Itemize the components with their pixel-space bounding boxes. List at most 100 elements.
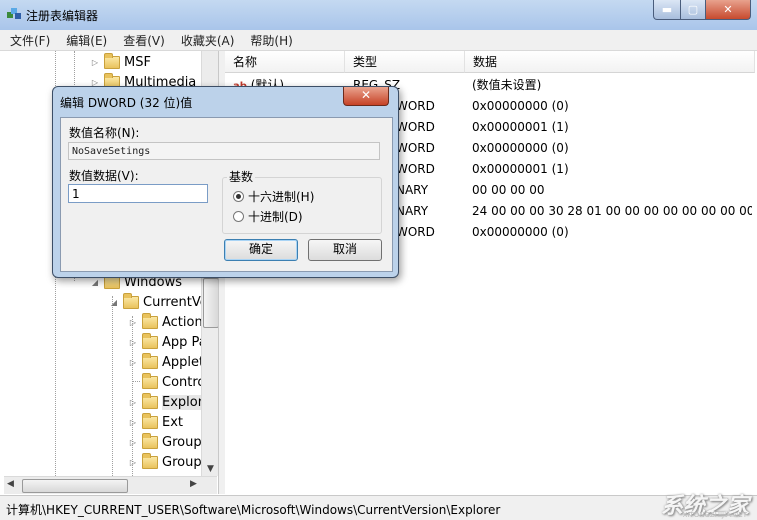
status-bar: 计算机\HKEY_CURRENT_USER\Software\Microsoft… (0, 494, 757, 520)
folder-open-icon (123, 292, 139, 309)
minimize-button[interactable]: ▬ (653, 0, 681, 20)
expand-icon[interactable]: ▷ (128, 458, 138, 467)
value-type: WORD (396, 120, 435, 134)
expand-icon[interactable]: ▷ (90, 58, 100, 67)
tree-item-label: Group (162, 434, 202, 450)
value-data: 0x00000000 (0) (472, 141, 569, 155)
scrollbar-thumb[interactable] (203, 278, 219, 328)
value-data-label: 数值数据(V): (69, 169, 139, 183)
tree-item-explorer[interactable]: ▷ Explor (128, 392, 204, 412)
base-label: 基数 (227, 168, 256, 185)
close-icon: ✕ (723, 3, 733, 16)
column-header-data[interactable]: 数据 (465, 51, 755, 73)
value-data: 24 00 00 00 30 28 01 00 00 00 00 00 00 0… (472, 204, 752, 218)
folder-icon (142, 452, 158, 469)
scrollbar-thumb[interactable] (22, 479, 128, 493)
registry-editor-icon (7, 8, 21, 19)
dec-radio-option[interactable]: 十进制(D) (233, 208, 303, 225)
tree-guide-line (112, 296, 113, 476)
value-type: NARY (396, 183, 429, 197)
cancel-button[interactable]: 取消 (308, 239, 382, 261)
status-path: 计算机\HKEY_CURRENT_USER\Software\Microsoft… (6, 503, 501, 517)
edit-dword-dialog: 编辑 DWORD (32 位)值 ✕ 数值名称(N): NoSaveSeting… (52, 86, 399, 278)
scroll-down-icon[interactable]: ▼ (202, 464, 219, 474)
value-data: 00 00 00 00 (472, 183, 545, 197)
value-data: (数值未设置) (472, 78, 542, 92)
tree-item-label: Explor (162, 394, 204, 410)
tree-item-label: Action (162, 314, 203, 330)
tree-item-control[interactable]: Contro (128, 372, 205, 392)
tree-item-group[interactable]: ▷ Group (128, 452, 202, 472)
tree-item-group[interactable]: ▷ Group (128, 432, 202, 452)
folder-icon (142, 392, 158, 409)
tree-item-applets[interactable]: ▷ Applet (128, 352, 204, 372)
menu-edit[interactable]: 编辑(E) (56, 30, 113, 50)
column-header-type[interactable]: 类型 (345, 51, 465, 73)
value-name-field: NoSaveSetings (68, 142, 380, 160)
dialog-body: 数值名称(N): NoSaveSetings 数值数据(V): 1 基数 十六进… (60, 117, 393, 272)
menu-file[interactable]: 文件(F) (0, 30, 56, 50)
tree-item-label: Ext (162, 414, 184, 430)
maximize-button[interactable]: ▢ (681, 0, 706, 20)
tree-item-label: Contro (162, 374, 206, 390)
folder-icon (142, 372, 158, 389)
value-data: 0x00000000 (0) (472, 225, 569, 239)
radio-selected-icon[interactable] (233, 191, 244, 202)
dec-label: 十进制(D) (248, 210, 303, 224)
value-data-input[interactable]: 1 (68, 184, 208, 203)
radio-unselected-icon[interactable] (233, 211, 244, 222)
expand-icon[interactable]: ▷ (128, 438, 138, 447)
value-data: 0x00000001 (1) (472, 162, 569, 176)
expand-icon[interactable]: ▷ (128, 418, 138, 427)
value-type: WORD (396, 141, 435, 155)
menu-help[interactable]: 帮助(H) (240, 30, 298, 50)
tree-horizontal-scrollbar[interactable]: ◀ ▶ (4, 476, 217, 494)
expand-icon[interactable]: ▷ (128, 338, 138, 347)
folder-icon (142, 432, 158, 449)
tree-item-action[interactable]: ▷ Action (128, 312, 203, 332)
menu-favorites[interactable]: 收藏夹(A) (171, 30, 241, 50)
tree-item-label: Group (162, 454, 202, 470)
value-type: WORD (396, 99, 435, 113)
title-bar: 注册表编辑器 ▬ ▢ ✕ (0, 0, 757, 30)
column-header-name[interactable]: 名称 (225, 51, 345, 73)
menu-view[interactable]: 查看(V) (113, 30, 171, 50)
expand-icon[interactable]: ▷ (128, 358, 138, 367)
watermark-url: XITONGZHIJIA.NET (682, 511, 747, 519)
tree-item-app-paths[interactable]: ▷ App Pa (128, 332, 207, 352)
folder-icon (142, 412, 158, 429)
close-button[interactable]: ✕ (706, 0, 751, 20)
collapse-icon[interactable]: ◢ (109, 298, 119, 307)
scroll-right-icon[interactable]: ▶ (190, 479, 197, 489)
minimize-icon: ▬ (661, 3, 673, 16)
maximize-icon: ▢ (687, 3, 699, 16)
expand-icon[interactable]: ▷ (128, 398, 138, 407)
value-type: NARY (396, 204, 429, 218)
collapse-icon[interactable]: ◢ (90, 278, 100, 287)
menu-bar: 文件(F) 编辑(E) 查看(V) 收藏夹(A) 帮助(H) (0, 30, 757, 51)
tree-item-ext[interactable]: ▷ Ext (128, 412, 183, 432)
hex-radio-option[interactable]: 十六进制(H) (233, 188, 314, 205)
base-groupbox (222, 177, 382, 234)
value-name-label: 数值名称(N): (69, 126, 140, 140)
window-title: 注册表编辑器 (26, 9, 99, 23)
tree-item-label: MSF (124, 54, 151, 70)
expand-icon[interactable]: ▷ (128, 318, 138, 327)
folder-icon (142, 352, 158, 369)
window-controls: ▬ ▢ ✕ (653, 0, 751, 20)
value-data: 0x00000000 (0) (472, 99, 569, 113)
ok-button[interactable]: 确定 (224, 239, 298, 261)
dialog-title: 编辑 DWORD (32 位)值 (60, 96, 193, 110)
scroll-left-icon[interactable]: ◀ (7, 479, 14, 489)
value-type: WORD (396, 162, 435, 176)
hex-label: 十六进制(H) (248, 190, 315, 204)
folder-icon (142, 332, 158, 349)
value-type: WORD (396, 225, 435, 239)
value-data: 0x00000001 (1) (472, 120, 569, 134)
dialog-close-button[interactable]: ✕ (343, 87, 389, 106)
folder-icon (142, 312, 158, 329)
tree-item-msf[interactable]: ▷ MSF (90, 52, 151, 72)
tree-item-label: Applet (162, 354, 205, 370)
folder-icon (104, 52, 120, 69)
close-icon: ✕ (360, 88, 372, 102)
